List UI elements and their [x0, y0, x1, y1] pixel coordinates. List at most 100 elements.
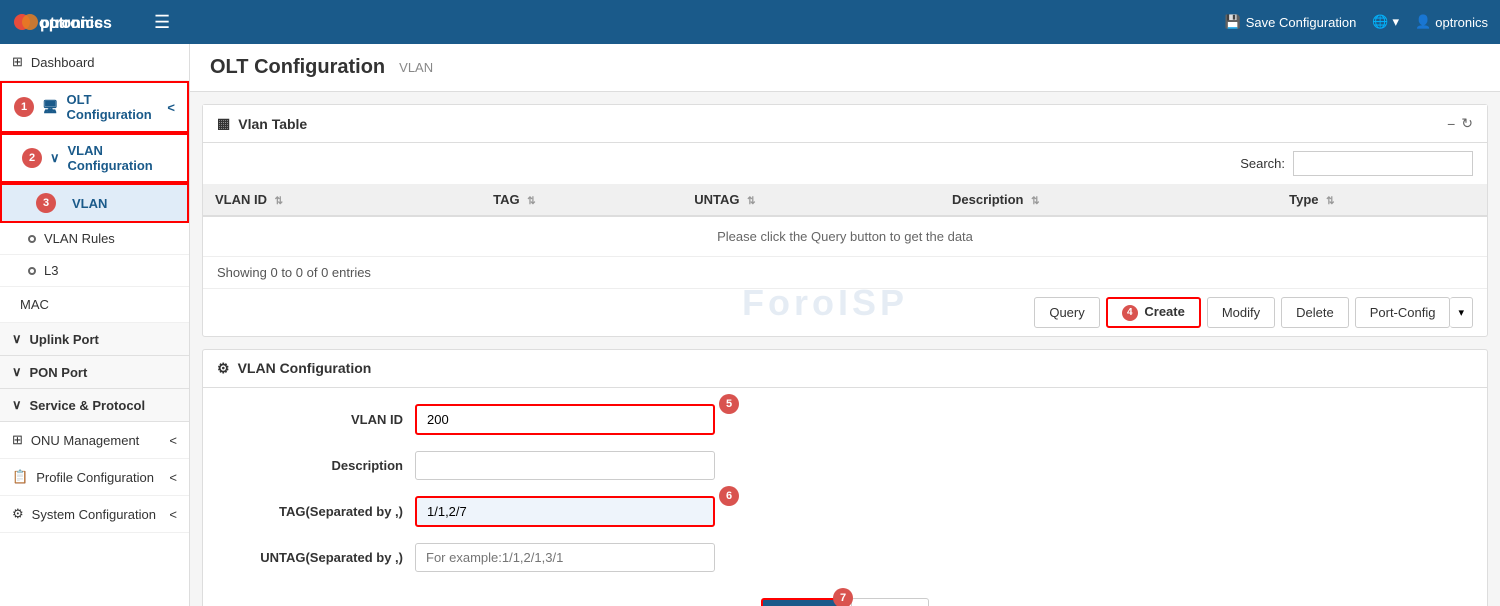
- vlan-label: VLAN: [72, 196, 107, 211]
- create-button[interactable]: 4 Create: [1106, 297, 1201, 328]
- sidebar-item-olt-config[interactable]: 1 🖥 OLT Configuration <: [0, 81, 189, 133]
- sidebar-item-vlan-rules[interactable]: VLAN Rules: [0, 223, 189, 255]
- col-tag: TAG ⇅: [481, 184, 682, 216]
- search-label: Search:: [1240, 156, 1285, 171]
- sidebar-item-uplink-port[interactable]: ∨ Uplink Port: [0, 323, 189, 356]
- delete-button[interactable]: Delete: [1281, 297, 1349, 328]
- badge-4: 4: [1122, 305, 1138, 321]
- table-header: VLAN ID ⇅ TAG ⇅ UNTAG ⇅ Description: [203, 184, 1487, 216]
- vlan-id-input[interactable]: [415, 404, 715, 435]
- dashboard-icon: ⊞: [12, 54, 23, 70]
- sidebar-item-mac[interactable]: MAC: [0, 287, 189, 323]
- globe-dropdown-arrow: ▾: [1393, 14, 1400, 30]
- sidebar-item-profile-config[interactable]: 📋 Profile Configuration <: [0, 459, 189, 496]
- description-sort[interactable]: ⇅: [1031, 196, 1039, 207]
- page-header: OLT Configuration VLAN: [190, 44, 1500, 92]
- vlan-form-section: ⚙ VLAN Configuration VLAN ID 5 Descripti…: [202, 349, 1488, 606]
- tag-sort[interactable]: ⇅: [527, 196, 535, 207]
- username-label: optronics: [1435, 15, 1488, 30]
- table-empty-row: Please click the Query button to get the…: [203, 216, 1487, 257]
- main-container: ⊞ Dashboard 1 🖥 OLT Configuration < 2 ∨ …: [0, 44, 1500, 606]
- l3-dot: [28, 267, 36, 275]
- untag-field-label: UNTAG(Separated by ,): [223, 550, 403, 565]
- badge-1: 1: [14, 97, 34, 117]
- globe-icon: 🌐: [1372, 14, 1388, 30]
- service-protocol-label: Service & Protocol: [30, 398, 146, 413]
- modify-button[interactable]: Modify: [1207, 297, 1275, 328]
- submit-btn-wrap: Submit 7: [761, 598, 841, 606]
- query-button[interactable]: Query: [1034, 297, 1099, 328]
- description-input[interactable]: [415, 451, 715, 480]
- tag-row: TAG(Separated by ,) 6: [223, 496, 1467, 527]
- type-col-label: Type: [1289, 192, 1318, 207]
- page-title: OLT Configuration: [210, 56, 385, 79]
- action-buttons-row: Query 4 Create Modify Delete Port-Config…: [203, 288, 1487, 336]
- olt-arrow: <: [167, 100, 175, 115]
- tag-col-label: TAG: [493, 192, 519, 207]
- sidebar-item-vlan[interactable]: 3 VLAN: [0, 183, 189, 223]
- onu-arrow: <: [169, 433, 177, 448]
- tag-field-label: TAG(Separated by ,): [223, 504, 403, 519]
- onu-icon: ⊞: [12, 432, 23, 448]
- col-untag: UNTAG ⇅: [682, 184, 940, 216]
- untag-col-label: UNTAG: [694, 192, 739, 207]
- untag-input[interactable]: [415, 543, 715, 572]
- sidebar-item-l3[interactable]: L3: [0, 255, 189, 287]
- create-label: Create: [1144, 304, 1184, 319]
- type-sort[interactable]: ⇅: [1326, 196, 1334, 207]
- col-vlan-id: VLAN ID ⇅: [203, 184, 481, 216]
- description-field-label: Description: [223, 458, 403, 473]
- save-config-button[interactable]: 💾 Save Configuration: [1225, 14, 1357, 30]
- profile-arrow: <: [169, 470, 177, 485]
- sidebar-item-system-config[interactable]: ⚙ System Configuration <: [0, 496, 189, 533]
- form-actions: Submit 7 Cancel: [223, 588, 1467, 606]
- vlan-id-sort[interactable]: ⇅: [275, 196, 283, 207]
- submit-button[interactable]: Submit: [761, 598, 841, 606]
- navbar: ptronics o optronics ☰ 💾 Save Configurat…: [0, 0, 1500, 44]
- card-title-text: Vlan Table: [238, 116, 307, 132]
- pon-arrow: ∨: [12, 364, 22, 380]
- badge-3: 3: [36, 193, 56, 213]
- navbar-right: 💾 Save Configuration 🌐 ▾ 👤 optronics: [1225, 14, 1488, 30]
- description-col-label: Description: [952, 192, 1024, 207]
- description-row: Description: [223, 451, 1467, 480]
- brand-logo: ptronics o optronics: [12, 7, 142, 37]
- table-icon: ▦: [217, 115, 230, 132]
- profile-config-label: Profile Configuration: [36, 470, 154, 485]
- sidebar-item-dashboard[interactable]: ⊞ Dashboard: [0, 44, 189, 81]
- form-section-header: ⚙ VLAN Configuration: [203, 350, 1487, 388]
- search-input[interactable]: [1293, 151, 1473, 176]
- col-type: Type ⇅: [1277, 184, 1487, 216]
- badge-2: 2: [22, 148, 42, 168]
- system-config-label: System Configuration: [32, 507, 156, 522]
- save-config-label: Save Configuration: [1246, 15, 1357, 30]
- col-description: Description ⇅: [940, 184, 1277, 216]
- system-arrow: <: [169, 507, 177, 522]
- vlan-config-dropdown-icon: ∨: [50, 150, 60, 166]
- untag-sort[interactable]: ⇅: [747, 196, 755, 207]
- globe-button[interactable]: 🌐 ▾: [1372, 14, 1399, 30]
- refresh-button[interactable]: ↻: [1461, 115, 1473, 132]
- tag-input-wrap: 6: [415, 496, 715, 527]
- tag-input[interactable]: [415, 496, 715, 527]
- hamburger-icon[interactable]: ☰: [154, 12, 170, 33]
- page-subtitle: VLAN: [399, 60, 433, 75]
- user-icon: 👤: [1415, 14, 1431, 30]
- sidebar-item-service-protocol[interactable]: ∨ Service & Protocol: [0, 389, 189, 422]
- port-config-dropdown[interactable]: ▾: [1450, 297, 1473, 328]
- card-header: ▦ Vlan Table − ↻: [203, 105, 1487, 143]
- vlan-id-col-label: VLAN ID: [215, 192, 267, 207]
- cancel-button[interactable]: Cancel: [851, 598, 929, 606]
- olt-config-icon: 🖥: [42, 99, 59, 115]
- minimize-button[interactable]: −: [1447, 116, 1455, 132]
- port-config-button[interactable]: Port-Config: [1355, 297, 1451, 328]
- svg-text:optronics: optronics: [39, 15, 112, 32]
- dashboard-label: Dashboard: [31, 55, 95, 70]
- sidebar-item-pon-port[interactable]: ∨ PON Port: [0, 356, 189, 389]
- system-icon: ⚙: [12, 506, 24, 522]
- form-title: VLAN Configuration: [238, 360, 372, 376]
- user-button[interactable]: 👤 optronics: [1415, 14, 1488, 30]
- sidebar-item-vlan-config[interactable]: 2 ∨ VLAN Configuration: [0, 133, 189, 183]
- sidebar-item-onu-management[interactable]: ⊞ ONU Management <: [0, 422, 189, 459]
- empty-message: Please click the Query button to get the…: [203, 216, 1487, 257]
